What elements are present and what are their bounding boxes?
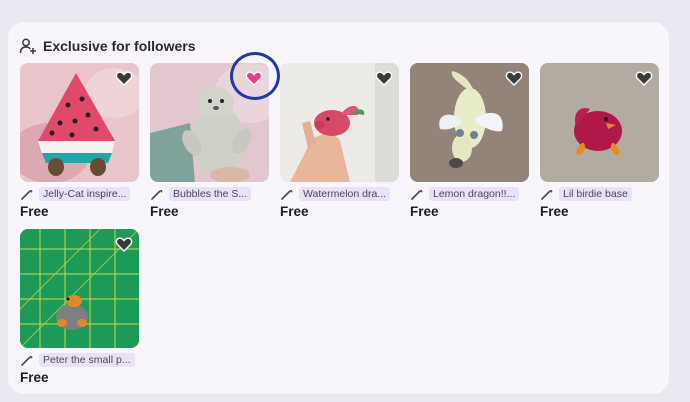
pattern-card[interactable]: Watermelon dra... Free	[280, 63, 399, 219]
heart-icon	[635, 71, 653, 86]
crochet-hook-icon	[411, 189, 423, 200]
pattern-title[interactable]: Peter the small p...	[39, 353, 135, 367]
crochet-hook-icon	[21, 189, 33, 200]
pattern-title[interactable]: Lil birdie base	[559, 187, 632, 201]
pattern-thumbnail[interactable]	[410, 63, 529, 182]
pattern-card[interactable]: Bubbles the S... Free	[150, 63, 269, 219]
heart-icon	[505, 71, 523, 86]
favorite-button[interactable]	[115, 235, 133, 253]
pattern-price: Free	[280, 204, 309, 219]
pattern-price: Free	[410, 204, 439, 219]
pattern-thumbnail[interactable]	[150, 63, 269, 182]
section-header: Exclusive for followers	[19, 37, 196, 55]
pattern-card[interactable]: Lil birdie base Free	[540, 63, 659, 219]
pattern-price: Free	[20, 204, 49, 219]
favorite-button[interactable]	[505, 69, 523, 87]
person-plus-icon	[19, 38, 36, 54]
pattern-thumbnail[interactable]	[280, 63, 399, 182]
pattern-tag[interactable]: Jelly-Cat inspire...	[20, 187, 131, 201]
heart-filled-icon	[245, 71, 263, 86]
favorite-button[interactable]	[245, 69, 263, 87]
pattern-title[interactable]: Bubbles the S...	[169, 187, 252, 201]
crochet-hook-icon	[21, 355, 33, 366]
heart-icon	[115, 71, 133, 86]
pattern-price: Free	[20, 370, 49, 385]
crochet-hook-icon	[281, 189, 293, 200]
pattern-title[interactable]: Watermelon dra...	[299, 187, 391, 201]
heart-icon	[375, 71, 393, 86]
pattern-title[interactable]: Jelly-Cat inspire...	[39, 187, 131, 201]
pattern-tag[interactable]: Lemon dragon!!...	[410, 187, 520, 201]
pattern-card[interactable]: Jelly-Cat inspire... Free	[20, 63, 139, 219]
pattern-card[interactable]: Peter the small p... Free	[20, 229, 139, 385]
pattern-tag[interactable]: Lil birdie base	[540, 187, 632, 201]
pattern-thumbnail[interactable]	[20, 229, 139, 348]
favorite-button[interactable]	[375, 69, 393, 87]
pattern-tag[interactable]: Peter the small p...	[20, 353, 135, 367]
pattern-price: Free	[540, 204, 569, 219]
pattern-price: Free	[150, 204, 179, 219]
pattern-tag[interactable]: Bubbles the S...	[150, 187, 252, 201]
pattern-thumbnail[interactable]	[20, 63, 139, 182]
favorite-button[interactable]	[635, 69, 653, 87]
crochet-hook-icon	[151, 189, 163, 200]
pattern-card[interactable]: Lemon dragon!!... Free	[410, 63, 529, 219]
pattern-title[interactable]: Lemon dragon!!...	[429, 187, 520, 201]
pattern-tag[interactable]: Watermelon dra...	[280, 187, 391, 201]
pattern-thumbnail[interactable]	[540, 63, 659, 182]
section-title: Exclusive for followers	[43, 38, 196, 54]
favorite-button[interactable]	[115, 69, 133, 87]
heart-icon	[115, 237, 133, 252]
crochet-hook-icon	[541, 189, 553, 200]
